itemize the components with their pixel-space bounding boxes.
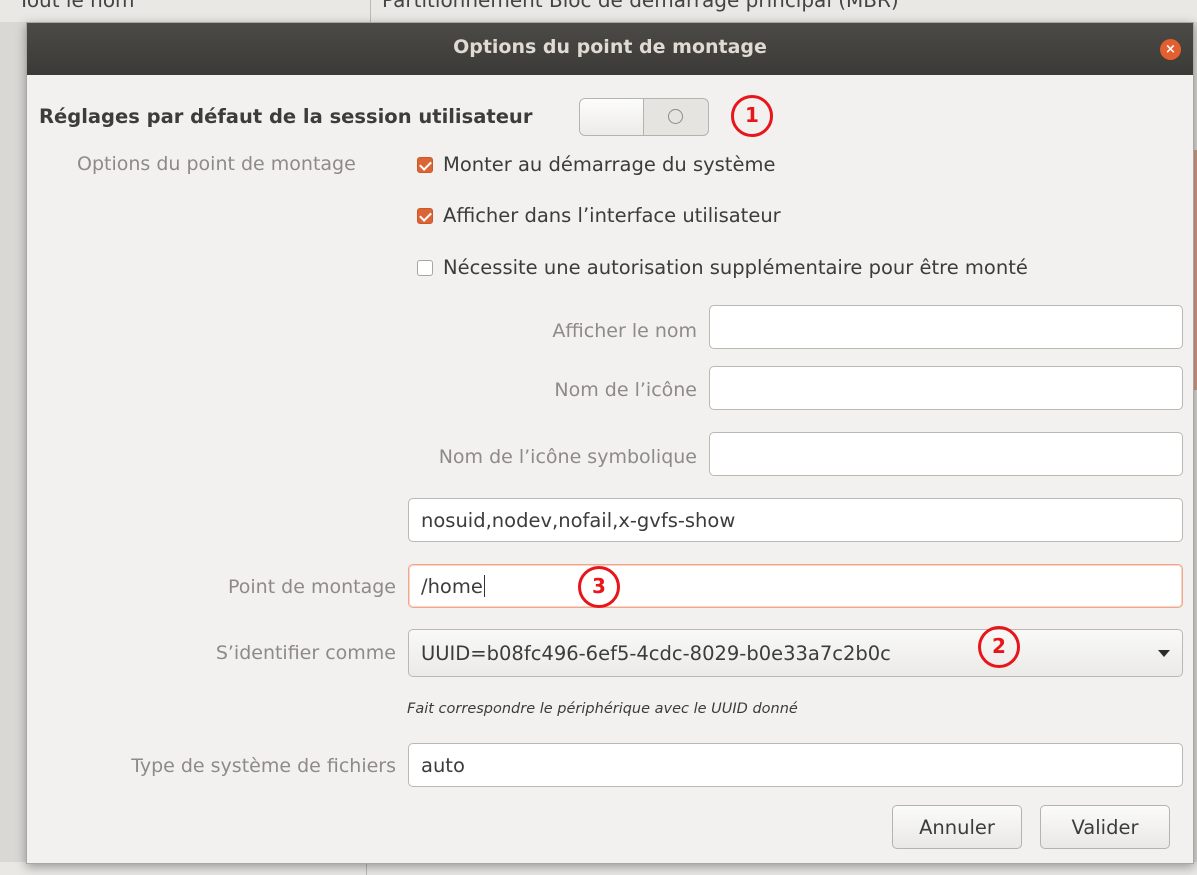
mount-options-value: nosuid,nodev,nofail,x-gvfs-show [421, 508, 736, 532]
checkbox-label: Afficher dans l’interface utilisateur [443, 204, 781, 227]
checkbox-checked-icon [417, 156, 433, 173]
mount-point-field[interactable]: /home [408, 564, 1183, 608]
checkbox-mount-at-startup[interactable]: Monter au démarrage du système [417, 153, 775, 176]
background-window-top: Tout le nom Partitionnement Bloc de déma… [0, 0, 1197, 22]
identify-as-dropdown[interactable]: UUID=b08fc496-6ef5-4cdc-8029-b0e33a7c2b0… [408, 629, 1183, 677]
display-name-label: Afficher le nom [552, 320, 697, 342]
background-top-text: Partitionnement Bloc de démarrage princi… [382, 0, 899, 12]
display-name-field[interactable] [709, 305, 1183, 349]
checkbox-checked-icon [417, 207, 433, 224]
dialog-title: Options du point de montage [453, 36, 767, 58]
checkbox-label: Monter au démarrage du système [443, 153, 776, 176]
chevron-down-icon [1158, 650, 1170, 657]
mount-options-field[interactable]: nosuid,nodev,nofail,x-gvfs-show [408, 498, 1183, 542]
symbolic-icon-field[interactable] [709, 432, 1183, 476]
session-defaults-toggle[interactable] [579, 98, 709, 136]
icon-name-label: Nom de l’icône [554, 379, 697, 401]
fs-type-label: Type de système de fichiers [131, 755, 396, 777]
identify-as-hint: Fait correspondre le périphérique avec l… [407, 701, 798, 717]
session-defaults-label: Réglages par défaut de la session utilis… [39, 105, 533, 128]
fs-type-field[interactable]: auto [408, 743, 1183, 787]
annotation-marker-2: 2 [978, 626, 1020, 668]
icon-name-field[interactable] [709, 366, 1183, 410]
background-separator [370, 0, 371, 22]
checkbox-label: Nécessite une autorisation supplémentair… [443, 256, 1028, 279]
close-icon[interactable]: × [1160, 39, 1181, 60]
symbolic-icon-label: Nom de l’icône symbolique [438, 446, 697, 468]
cancel-button[interactable]: Annuler [892, 805, 1022, 849]
mount-options-dialog: Options du point de montage × Réglages p… [26, 22, 1194, 864]
identify-as-value: UUID=b08fc496-6ef5-4cdc-8029-b0e33a7c2b0… [421, 641, 891, 665]
checkbox-require-auth[interactable]: Nécessite une autorisation supplémentair… [417, 256, 1028, 279]
toggle-knob [580, 99, 644, 135]
fs-type-value: auto [421, 753, 465, 777]
ok-button[interactable]: Valider [1040, 805, 1170, 849]
identify-as-label: S’identifier comme [215, 642, 396, 664]
mount-options-label: Options du point de montage [77, 153, 356, 175]
dialog-titlebar: Options du point de montage × [27, 23, 1193, 75]
background-left-text: Tout le nom [18, 0, 135, 12]
mount-point-label: Point de montage [227, 576, 396, 598]
checkbox-show-in-ui[interactable]: Afficher dans l’interface utilisateur [417, 204, 781, 227]
text-cursor [483, 575, 486, 597]
annotation-marker-1: 1 [731, 95, 773, 137]
checkbox-unchecked-icon [417, 259, 433, 276]
annotation-marker-3: 3 [578, 566, 620, 608]
toggle-off-icon [668, 109, 683, 124]
mount-point-value: /home [421, 574, 483, 598]
